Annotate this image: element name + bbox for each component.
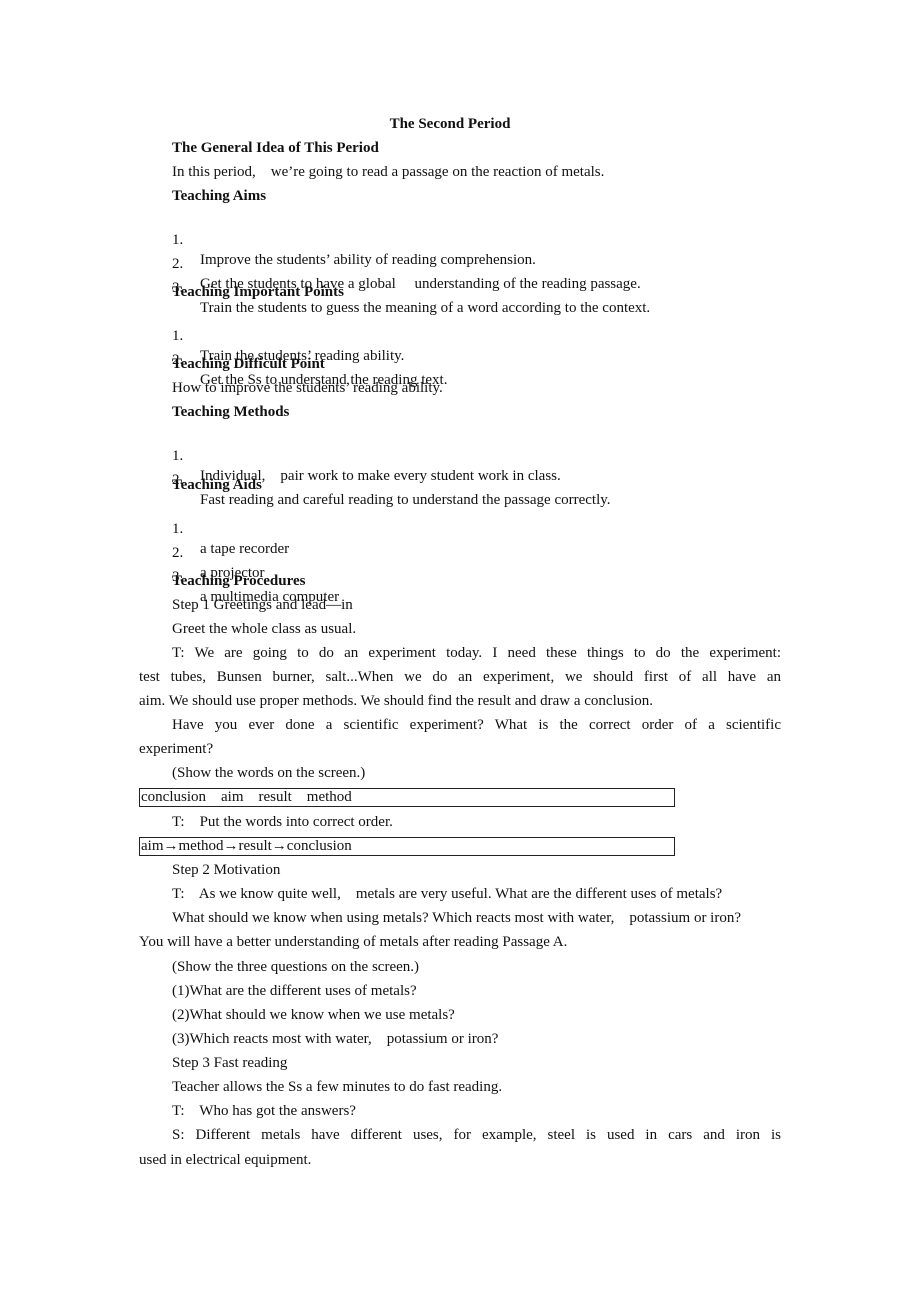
- words-box: conclusion aim result method: [139, 788, 675, 807]
- general-idea-text: In this period, we’re going to read a pa…: [172, 164, 605, 180]
- list-text: Improve the students’ ability of reading…: [200, 252, 536, 268]
- teacher-question: T: Who has got the answers?: [172, 1103, 356, 1119]
- paragraph-line: Have you ever done a scientific experime…: [172, 717, 781, 733]
- general-idea-heading: The General Idea of This Period: [172, 140, 379, 156]
- step1-title: Step 1 Greetings and lead—in: [172, 597, 353, 613]
- list-number: 1.: [172, 521, 184, 537]
- list-item: 2. a projector: [0, 523, 265, 581]
- step3-title: Step 3 Fast reading: [172, 1055, 288, 1071]
- list-number: 1.: [172, 328, 184, 344]
- list-item: 1. Improve the students’ ability of read…: [0, 210, 536, 268]
- paragraph-line: experiment?: [139, 741, 214, 757]
- procedures-heading: Teaching Procedures: [172, 573, 306, 589]
- paragraph-line: test tubes, Bunsen burner, salt...When w…: [139, 669, 781, 685]
- list-text: a tape recorder: [200, 541, 290, 557]
- paragraph-line: You will have a better understanding of …: [139, 934, 568, 950]
- list-item: 2. Get the Ss to understand the reading …: [0, 330, 447, 388]
- list-item: 2. Fast reading and careful reading to u…: [0, 450, 611, 508]
- paragraph-line: T: We are going to do an experiment toda…: [172, 645, 781, 661]
- paragraph-line: T: As we know quite well, metals are ver…: [172, 886, 723, 902]
- list-item: 1. Train the students’ reading ability.: [0, 306, 404, 364]
- list-item: 3. a multimedia computer: [0, 547, 339, 605]
- order-box: aim→method→result→conclusion: [139, 837, 675, 856]
- teaching-aims-heading: Teaching Aims: [172, 188, 267, 204]
- list-number: 2.: [172, 545, 184, 561]
- show-questions-note: (Show the three questions on the screen.…: [172, 959, 420, 975]
- list-item: 1. Individual, pair work to make every s…: [0, 426, 561, 484]
- document-title: The Second Period: [389, 116, 511, 132]
- paragraph-line: What should we know when using metals? W…: [172, 910, 742, 926]
- difficult-point-text: How to improve the students’ reading abi…: [172, 380, 443, 396]
- question-3: (3)Which reacts most with water, potassi…: [172, 1031, 499, 1047]
- list-item: 2. Get the students to have a global und…: [0, 234, 641, 292]
- paragraph-line: S: Different metals have different uses,…: [172, 1127, 781, 1143]
- list-number: 1.: [172, 232, 184, 248]
- document-page: The Second Period The General Idea of Th…: [0, 0, 920, 1302]
- step1-greet: Greet the whole class as usual.: [172, 621, 357, 637]
- paragraph-line: aim. We should use proper methods. We sh…: [139, 693, 654, 709]
- step3-text: Teacher allows the Ss a few minutes to d…: [172, 1079, 503, 1095]
- question-2: (2)What should we know when we use metal…: [172, 1007, 455, 1023]
- aids-heading: Teaching Aids: [172, 477, 262, 493]
- list-item: 1. a tape recorder: [0, 499, 289, 557]
- paragraph-line: used in electrical equipment.: [139, 1152, 312, 1168]
- put-order-line: T: Put the words into correct order.: [172, 814, 393, 830]
- important-points-heading: Teaching Important Points: [172, 284, 344, 300]
- difficult-point-heading: Teaching Difficult Point: [172, 356, 325, 372]
- list-item: 3. Train the students to guess the meani…: [0, 258, 650, 316]
- list-number: 1.: [172, 448, 184, 464]
- step2-title: Step 2 Motivation: [172, 862, 281, 878]
- show-words-note: (Show the words on the screen.): [172, 765, 366, 781]
- list-number: 2.: [172, 256, 184, 272]
- methods-heading: Teaching Methods: [172, 404, 290, 420]
- question-1: (1)What are the different uses of metals…: [172, 983, 417, 999]
